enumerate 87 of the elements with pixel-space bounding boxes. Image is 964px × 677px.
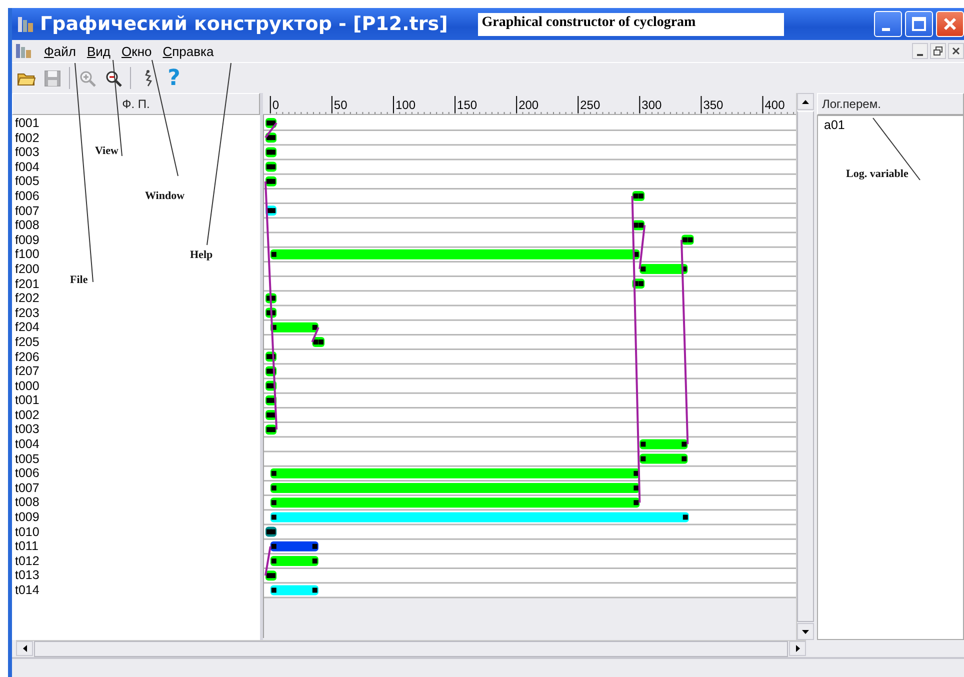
left-arrow-icon (22, 645, 26, 652)
column-header[interactable]: Лог.перем. (817, 93, 964, 115)
ruler-label: 400 (764, 98, 785, 112)
signal-name: f007 (15, 204, 40, 218)
timeline-bar (270, 556, 318, 566)
maximize-icon (911, 16, 927, 32)
minimize-icon (917, 54, 923, 56)
ruler-label: 0 (272, 98, 280, 112)
down-arrow-icon (802, 630, 809, 634)
right-arrow-icon (796, 645, 800, 652)
timeline-bar (640, 264, 688, 274)
signal-name: t007 (15, 480, 40, 496)
callout-label: Help (190, 249, 213, 261)
restore-icon (933, 46, 943, 56)
ruler-label: 200 (518, 98, 539, 112)
callout-label: Log. variable (846, 168, 908, 180)
signal-name: f200 (15, 262, 40, 277)
menu-item[interactable]: Вид (82, 42, 116, 60)
signal-name: f205 (15, 334, 40, 350)
signal-name: f005 (15, 174, 40, 189)
minimize-icon (882, 28, 890, 30)
ruler-label: 300 (642, 98, 662, 112)
signal-name: t012 (15, 554, 40, 568)
callout-label: Window (145, 190, 185, 202)
menu-item[interactable]: Справка (158, 42, 220, 60)
signal-name: f202 (15, 291, 40, 306)
signal-name: t011 (15, 539, 38, 554)
menu-item[interactable]: Окно (116, 42, 158, 60)
signal-name: t003 (15, 422, 40, 438)
signal-name: f204 (15, 320, 40, 335)
up-arrow-icon (802, 100, 809, 104)
scroll-right-button[interactable] (789, 641, 806, 656)
menu-item[interactable]: Файл (39, 42, 82, 60)
scroll-up-button[interactable] (797, 93, 814, 110)
signal-name: f203 (15, 306, 40, 320)
signal-name: f006 (15, 188, 40, 204)
variable-name: a01 (824, 118, 846, 132)
close-icon (951, 46, 961, 56)
signal-name: t004 (15, 437, 40, 452)
close-icon (942, 16, 958, 32)
callout-label: File (70, 274, 88, 286)
scroll-left-button[interactable] (16, 641, 33, 656)
signal-name: f008 (15, 218, 40, 233)
column-header[interactable]: Ф. П. (12, 93, 260, 115)
ruler-label: 150 (457, 98, 478, 112)
close-button[interactable] (948, 43, 964, 59)
signal-name: t000 (15, 378, 40, 394)
ruler-label: 250 (580, 98, 600, 112)
signal-name: f002 (15, 130, 40, 146)
minimize-button[interactable] (912, 43, 928, 59)
ruler-label: 50 (334, 98, 348, 112)
signal-name: t001 (15, 393, 40, 408)
timeline-bar (640, 439, 688, 450)
title-note: Graphical constructor of cyclogram (478, 12, 784, 36)
zoom-out-icon (104, 68, 122, 88)
link-line (264, 122, 278, 138)
signal-name: f201 (15, 276, 40, 292)
window-title: Графический конструктор - [P12.trs] (40, 13, 448, 35)
floppy-icon (42, 68, 62, 88)
vertical-scrollbar[interactable] (796, 93, 814, 640)
app-icon (16, 14, 36, 34)
maximize-button[interactable] (905, 11, 933, 37)
signal-name: f004 (15, 160, 40, 174)
signal-name: f207 (15, 364, 40, 379)
scroll-down-button[interactable] (797, 623, 814, 640)
signal-name: t005 (15, 452, 40, 466)
signal-name: f003 (15, 145, 40, 160)
link-line (264, 546, 272, 576)
signal-name: t014 (15, 583, 40, 598)
signal-name: t006 (15, 466, 40, 481)
signal-name: f206 (15, 350, 40, 364)
signal-name: t013 (15, 568, 40, 583)
timeline-bar (270, 585, 318, 596)
signal-name: t009 (15, 510, 40, 525)
signal-name: f009 (15, 232, 40, 248)
signal-name: t002 (15, 408, 40, 422)
signal-name: t008 (15, 495, 40, 510)
zoom-in-icon (78, 68, 96, 88)
document-icon (15, 42, 33, 60)
callout-label: View (95, 145, 118, 157)
ruler-label: 100 (395, 98, 416, 112)
restore-button[interactable] (930, 43, 946, 59)
signal-name: t010 (15, 524, 40, 540)
link-line (311, 327, 320, 342)
signal-name: f100 (15, 247, 40, 262)
ruler-label: 350 (703, 98, 724, 112)
signal-name: f001 (15, 116, 40, 131)
